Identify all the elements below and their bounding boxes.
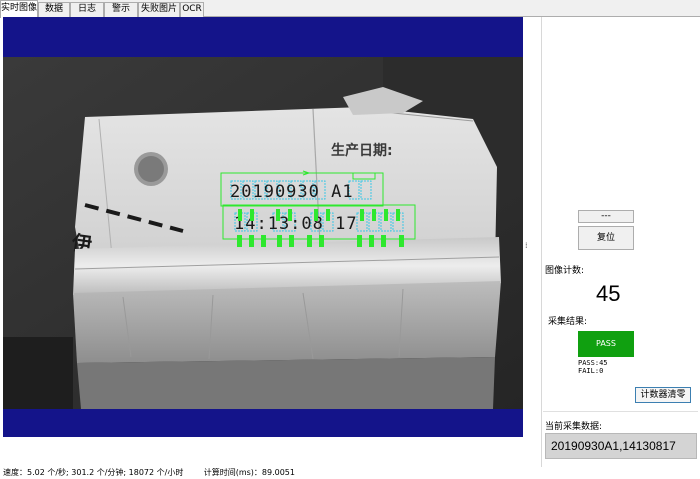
- ocr-line1-text: 20190930 A1: [230, 182, 354, 202]
- tab-strip: 实时图像 数据 日志 警示 失败图片 OCR: [0, 0, 700, 18]
- camera-view: 伊 生产日期: 20190930 A1 14:13:08 17: [3, 17, 523, 437]
- box-printed-label: 生产日期:: [331, 142, 393, 159]
- app-window: 实时图像 数据 日志 警示 失败图片 OCR 伊 生产日期: 20190930 …: [0, 0, 700, 479]
- current-data-label: 当前采集数据:: [545, 422, 603, 432]
- image-count-value: 45: [596, 281, 621, 306]
- splitter-grip[interactable]: ⁞: [525, 241, 528, 250]
- camera-image-drawing: 伊 生产日期: 20190930 A1 14:13:08 17: [3, 57, 523, 409]
- fail-count: FAIL:0: [578, 367, 604, 375]
- clear-counter-button[interactable]: 计数器清零: [635, 387, 691, 403]
- reset-button[interactable]: 复位: [578, 226, 634, 250]
- tab-alerts[interactable]: 警示: [104, 2, 138, 17]
- pass-count: PASS:45: [578, 359, 608, 367]
- separator: [543, 411, 698, 412]
- dash-button[interactable]: ---: [578, 210, 634, 223]
- image-count-label: 图像计数:: [545, 266, 585, 276]
- result-status-badge: PASS: [578, 331, 634, 357]
- tab-data[interactable]: 数据: [38, 2, 70, 17]
- speed-text: 速度：5.02 个/秒; 301.2 个/分钟; 18072 个/小时: [3, 468, 184, 477]
- calc-time-text: 计算时间(ms)：89.0051: [203, 468, 295, 477]
- panel-divider: [541, 17, 542, 467]
- status-spacer: [183, 468, 203, 477]
- result-label: 采集结果:: [548, 317, 588, 327]
- current-data-value: 20190930A1,14130817: [545, 433, 697, 459]
- tab-log[interactable]: 日志: [70, 2, 104, 17]
- camera-image: 伊 生产日期: 20190930 A1 14:13:08 17: [3, 57, 523, 409]
- tab-live-image[interactable]: 实时图像: [0, 0, 38, 18]
- tab-failed-images[interactable]: 失败图片: [138, 2, 180, 17]
- tab-ocr[interactable]: OCR: [180, 2, 204, 17]
- status-bar: 速度：5.02 个/秒; 301.2 个/分钟; 18072 个/小时 计算时间…: [3, 466, 693, 479]
